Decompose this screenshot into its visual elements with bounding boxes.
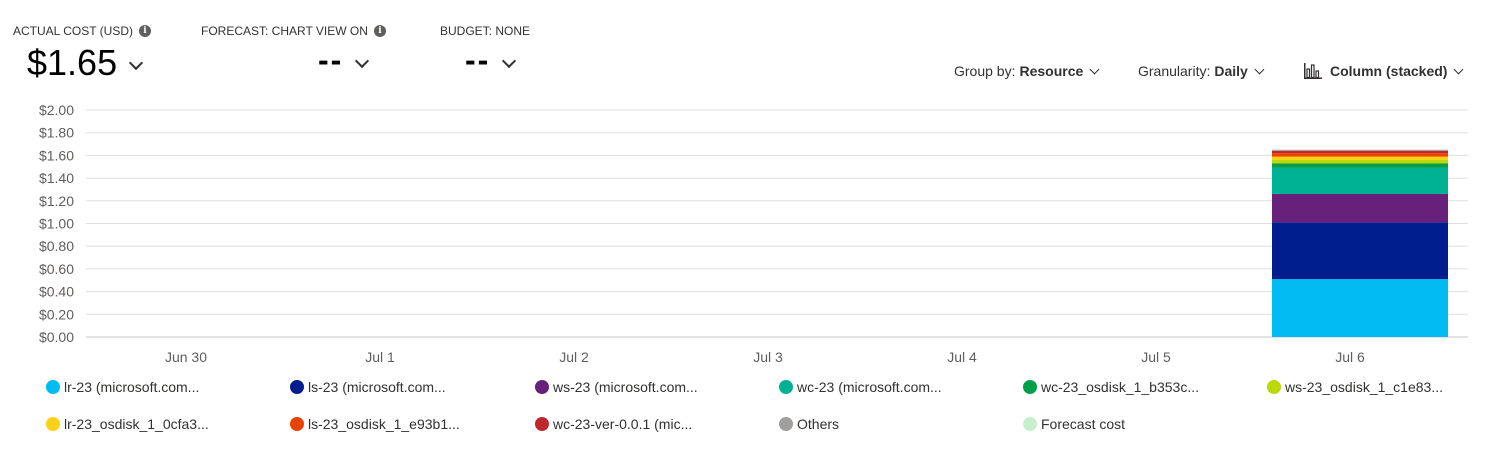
bar-segment[interactable] — [1272, 279, 1448, 337]
group-by-value: Resource — [1019, 63, 1084, 79]
legend-label: wc-23 (microsoft.com... — [797, 379, 942, 395]
x-tick-label: Jul 1 — [365, 349, 395, 365]
legend-swatch — [779, 417, 793, 431]
legend-swatch — [290, 380, 304, 394]
legend-item[interactable]: ls-23 (microsoft.com... — [290, 379, 446, 395]
y-tick-label: $0.20 — [39, 306, 74, 322]
cost-chart: $0.00 $0.20 $0.40 $0.60 $0.80 $1.00 $1.20 $1.40… — [39, 102, 1468, 365]
y-tick-label: $0.40 — [39, 284, 74, 300]
y-tick-label: $1.60 — [39, 147, 74, 163]
legend-swatch — [535, 417, 549, 431]
y-tick-label: $1.20 — [39, 193, 74, 209]
legend-swatch — [46, 417, 60, 431]
bar-segment[interactable] — [1272, 156, 1448, 160]
legend-label: Forecast cost — [1041, 416, 1126, 432]
legend-swatch — [290, 417, 304, 431]
y-tick-label: $2.00 — [39, 102, 74, 118]
granularity-label: Granularity: — [1138, 63, 1211, 79]
chart-type-dropdown[interactable]: Column (stacked) — [1304, 63, 1464, 79]
legend-swatch — [1267, 380, 1281, 394]
legend-label: wc-23_osdisk_1_b353c... — [1041, 379, 1199, 395]
forecast-dropdown[interactable]: -- — [318, 42, 370, 79]
y-tick-label: $0.80 — [39, 238, 74, 254]
chevron-down-icon — [355, 53, 370, 68]
chevron-down-icon — [1254, 64, 1265, 74]
group-by-dropdown[interactable]: Group by: Resource — [954, 63, 1100, 79]
chevron-down-icon — [502, 53, 517, 68]
x-tick-label: Jul 3 — [753, 349, 783, 365]
y-tick-label: $1.80 — [39, 125, 74, 141]
legend-label: ls-23 (microsoft.com... — [308, 379, 446, 395]
actual-cost-label-text: ACTUAL COST (USD) — [13, 24, 134, 38]
legend-item[interactable]: ws-23 (microsoft.com... — [535, 379, 698, 395]
chevron-down-icon — [1089, 64, 1100, 74]
actual-cost-label: ACTUAL COST (USD) i — [13, 24, 152, 38]
legend-item[interactable]: ws-23_osdisk_1_c1e83... — [1267, 379, 1443, 395]
legend-item[interactable]: lr-23 (microsoft.com... — [46, 379, 199, 395]
legend-label: ls-23_osdisk_1_e93b1... — [308, 416, 460, 432]
x-tick-label: Jul 6 — [1335, 349, 1365, 365]
y-tick-label: $0.00 — [39, 329, 74, 345]
legend-label: lr-23_osdisk_1_0cfa3... — [64, 416, 209, 432]
legend-swatch — [1023, 417, 1037, 431]
chevron-down-icon — [1454, 64, 1464, 74]
bar-segment[interactable] — [1272, 159, 1448, 164]
bar-segment[interactable] — [1272, 153, 1448, 157]
column-chart-icon — [1304, 63, 1322, 79]
legend-item[interactable]: Others — [779, 416, 839, 432]
legend-item[interactable]: ls-23_osdisk_1_e93b1... — [290, 416, 460, 432]
legend-label: wc-23-ver-0.0.1 (mic... — [553, 416, 693, 432]
budget-value: -- — [465, 42, 491, 78]
bar-segment[interactable] — [1272, 222, 1448, 280]
legend-swatch — [535, 380, 549, 394]
budget-dropdown[interactable]: -- — [465, 42, 517, 79]
bar-segment[interactable] — [1272, 163, 1448, 168]
chart-type-value: Column (stacked) — [1330, 63, 1448, 79]
actual-cost-value: $1.65 — [27, 42, 118, 83]
bar-segment[interactable] — [1272, 149, 1448, 151]
info-icon[interactable]: i — [373, 25, 386, 37]
legend-label: ws-23 (microsoft.com... — [553, 379, 698, 395]
bar-segment[interactable] — [1272, 150, 1448, 154]
forecast-value: -- — [318, 42, 344, 78]
info-icon[interactable]: i — [139, 25, 152, 37]
granularity-value: Daily — [1214, 63, 1248, 79]
legend-swatch — [1023, 380, 1037, 394]
legend-item[interactable]: wc-23_osdisk_1_b353c... — [1023, 379, 1199, 395]
legend-label: Others — [797, 416, 840, 432]
budget-label-text: BUDGET: NONE — [440, 24, 531, 38]
legend-swatch — [46, 380, 60, 394]
actual-cost-dropdown[interactable]: $1.65 — [27, 42, 144, 84]
bar-segment[interactable] — [1272, 167, 1448, 194]
granularity-dropdown[interactable]: Granularity: Daily — [1138, 63, 1265, 79]
forecast-label: FORECAST: CHART VIEW ON i — [201, 24, 386, 38]
x-tick-label: Jul 4 — [947, 349, 977, 365]
legend-item[interactable]: lr-23_osdisk_1_0cfa3... — [46, 416, 209, 432]
chevron-down-icon — [129, 55, 144, 71]
x-tick-label: Jul 5 — [1141, 349, 1171, 365]
legend-label: lr-23 (microsoft.com... — [64, 379, 200, 395]
bar-segment[interactable] — [1272, 193, 1448, 223]
legend-label: ws-23_osdisk_1_c1e83... — [1285, 379, 1443, 395]
legend-swatch — [779, 380, 793, 394]
group-by-label: Group by: — [954, 63, 1016, 79]
x-tick-label: Jul 2 — [559, 349, 589, 365]
y-tick-label: $0.60 — [39, 261, 74, 277]
y-tick-label: $1.40 — [39, 170, 74, 186]
legend-item[interactable]: Forecast cost — [1023, 416, 1125, 432]
y-tick-label: $1.00 — [39, 216, 74, 232]
legend-item[interactable]: wc-23 (microsoft.com... — [779, 379, 942, 395]
x-tick-label: Jun 30 — [165, 349, 207, 365]
legend-item[interactable]: wc-23-ver-0.0.1 (mic... — [535, 416, 692, 432]
budget-label: BUDGET: NONE — [440, 24, 530, 38]
forecast-label-text: FORECAST: CHART VIEW ON — [201, 24, 368, 38]
